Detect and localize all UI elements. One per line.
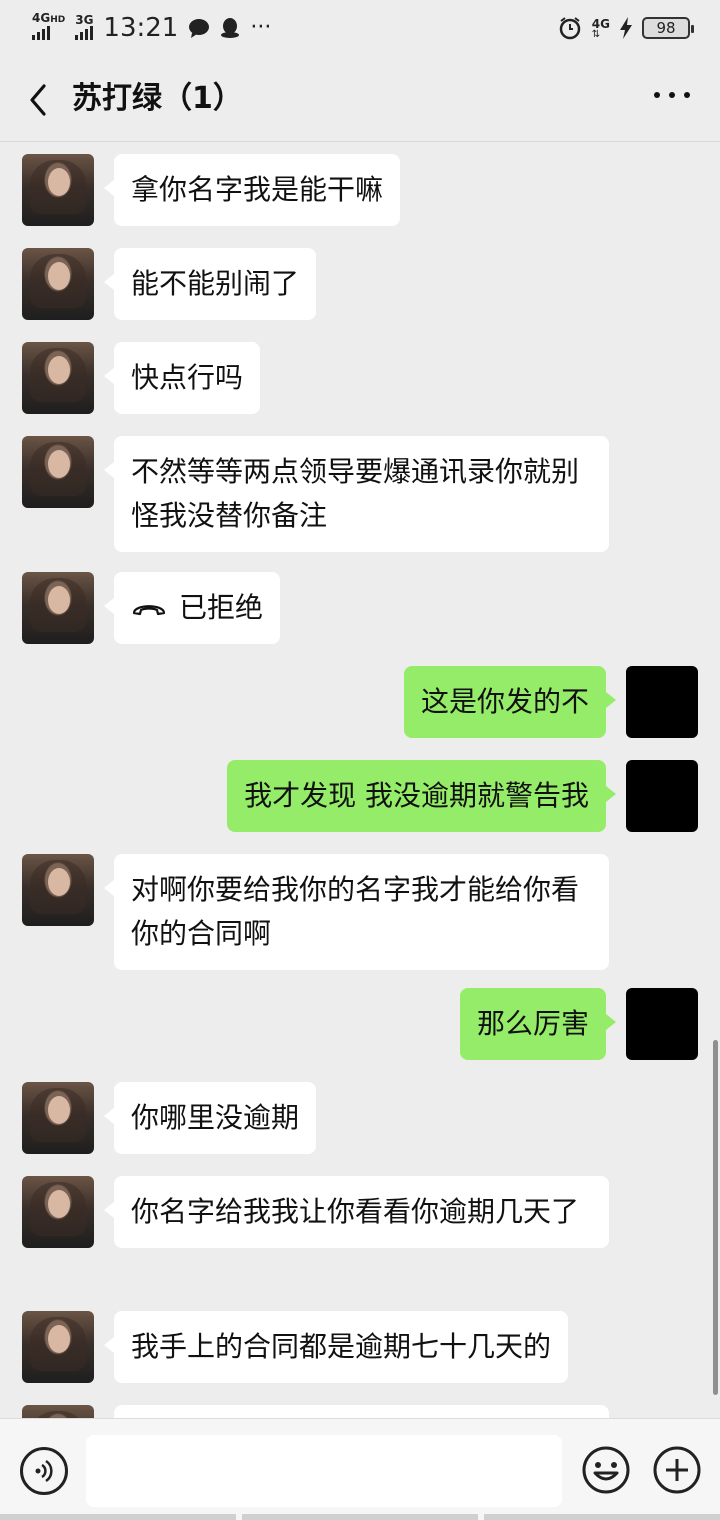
- status-bar-left: 4GHD 3G 13:21 ···: [32, 12, 272, 43]
- signal-4g-icon: 4GHD: [32, 12, 66, 40]
- chevron-left-icon: [30, 84, 46, 116]
- contact-avatar[interactable]: [22, 1405, 94, 1418]
- message-bubble-outgoing[interactable]: 我才发现 我没逾期就警告我: [227, 760, 616, 832]
- message-text: 这是你发的不: [420, 685, 589, 718]
- message-bubble-incoming[interactable]: 我手上的合同都是逾期七十几天的: [103, 1311, 569, 1383]
- message-bubble-incoming[interactable]: 你哪里没逾期: [103, 1082, 317, 1154]
- status-bar-right: 4G ⇅ 98: [558, 16, 694, 40]
- message-bubble-incoming[interactable]: 快点行吗: [103, 342, 261, 414]
- contact-avatar[interactable]: [22, 854, 94, 926]
- chat-header: 苏打绿（1）: [0, 56, 720, 142]
- qq-icon: [221, 18, 240, 38]
- voice-button[interactable]: [20, 1447, 68, 1495]
- message-text: 不然等等两点领导要爆通讯录你就别怪我没替你备注: [131, 455, 580, 532]
- call-record-bubble[interactable]: 已拒绝: [103, 572, 281, 644]
- contact-avatar[interactable]: [22, 572, 94, 644]
- battery-indicator: 98: [642, 17, 694, 39]
- message-text: 那么厉害: [476, 1007, 589, 1040]
- my-avatar[interactable]: [626, 988, 698, 1060]
- contact-avatar[interactable]: [22, 436, 94, 508]
- back-button[interactable]: [22, 78, 62, 122]
- chat-messages[interactable]: 拿你名字我是能干嘛 能不能别闹了 快点行吗 不然等等两点领导要爆通讯录你就别怪我…: [0, 142, 720, 1418]
- contact-avatar[interactable]: [22, 342, 94, 414]
- signal-3g-icon: 3G: [75, 13, 94, 40]
- plus-icon: [653, 1446, 701, 1494]
- navigation-strip: [0, 1514, 720, 1520]
- emoji-icon: [582, 1446, 630, 1494]
- 4g-data-icon: 4G ⇅: [591, 17, 610, 40]
- message-text: 我手上的合同都是逾期七十几天的: [131, 1330, 552, 1363]
- message-text: 你名字给我我让你看看你逾期几天了: [131, 1195, 580, 1228]
- message-bubble-incoming[interactable]: 拿你名字我是能干嘛: [103, 154, 401, 226]
- network-1-sup: HD: [50, 15, 66, 25]
- message-bubble-outgoing[interactable]: 这是你发的不: [403, 666, 617, 738]
- message-input[interactable]: [86, 1435, 562, 1507]
- chat-title: 苏打绿（1）: [72, 81, 243, 116]
- message-bubble-incoming[interactable]: 能不能别闹了: [103, 248, 317, 320]
- message-bubble-incoming[interactable]: 不然等等两点领导要爆通讯录你就别怪我没替你备注: [104, 436, 609, 552]
- my-avatar[interactable]: [626, 760, 698, 832]
- chat-bubble-icon: [189, 19, 210, 38]
- more-horizontal-icon: [654, 92, 660, 98]
- message-text: 快点行吗: [131, 361, 244, 394]
- call-status-text: 已拒绝: [179, 591, 264, 624]
- message-text: 能不能别闹了: [131, 267, 300, 300]
- message-bubble-incoming-partial[interactable]: [114, 1405, 609, 1418]
- emoji-button[interactable]: [581, 1445, 631, 1495]
- network-1-label: 4G: [32, 11, 51, 25]
- message-text: 我才发现 我没逾期就警告我: [244, 779, 589, 812]
- charging-icon: [620, 17, 632, 39]
- network-2-label: 3G: [75, 13, 94, 27]
- chat-scrollbar[interactable]: [713, 1040, 718, 1395]
- more-dots-icon: ···: [250, 15, 272, 40]
- contact-avatar[interactable]: [22, 1082, 94, 1154]
- status-time: 13:21: [103, 13, 179, 43]
- message-bubble-incoming[interactable]: 你名字给我我让你看看你逾期几天了: [104, 1176, 609, 1248]
- message-bubble-outgoing[interactable]: 那么厉害: [459, 988, 617, 1060]
- message-text: 你哪里没逾期: [131, 1101, 300, 1134]
- contact-avatar[interactable]: [22, 248, 94, 320]
- status-bar: 4GHD 3G 13:21 ··· 4G ⇅ 98: [0, 0, 720, 56]
- battery-level: 98: [656, 19, 676, 37]
- message-text: 对啊你要给我你的名字我才能给你看你的合同啊: [131, 873, 580, 950]
- input-bar: [0, 1418, 720, 1520]
- contact-avatar[interactable]: [22, 1176, 94, 1248]
- voice-input-icon: [35, 1459, 53, 1483]
- message-bubble-incoming[interactable]: 对啊你要给我你的名字我才能给你看你的合同啊: [104, 854, 609, 970]
- my-avatar[interactable]: [626, 666, 698, 738]
- more-functions-button[interactable]: [652, 1445, 702, 1495]
- contact-avatar[interactable]: [22, 154, 94, 226]
- message-text: 拿你名字我是能干嘛: [131, 173, 384, 206]
- contact-avatar[interactable]: [22, 1311, 94, 1383]
- hangup-phone-icon: [132, 605, 166, 616]
- more-options-button[interactable]: [654, 92, 690, 98]
- alarm-icon: [559, 17, 581, 40]
